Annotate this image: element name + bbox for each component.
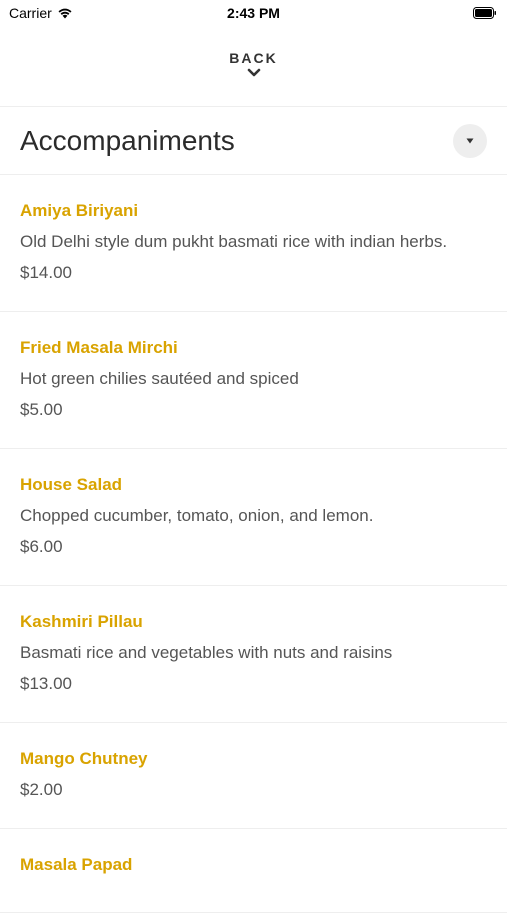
menu-list: Amiya Biriyani Old Delhi style dum pukht… xyxy=(0,175,507,913)
item-price: $5.00 xyxy=(20,400,63,419)
item-price: $14.00 xyxy=(20,263,72,282)
clock: 2:43 PM xyxy=(227,5,280,21)
item-description: Old Delhi style dum pukht basmati rice w… xyxy=(20,232,448,251)
menu-item[interactable]: Mango Chutney $2.00 xyxy=(0,723,507,829)
menu-item[interactable]: Masala Papad xyxy=(0,829,507,913)
item-name: Kashmiri Pillau xyxy=(20,612,143,631)
back-label: BACK xyxy=(229,50,278,66)
item-name: Fried Masala Mirchi xyxy=(20,338,178,357)
section-collapse-button[interactable] xyxy=(453,124,487,158)
section-header: Accompaniments xyxy=(0,107,507,175)
menu-item[interactable]: Fried Masala Mirchi Hot green chilies sa… xyxy=(0,312,507,449)
item-description: Chopped cucumber, tomato, onion, and lem… xyxy=(20,506,374,525)
battery-icon xyxy=(473,7,496,19)
caret-down-icon xyxy=(466,138,474,144)
section-title: Accompaniments xyxy=(20,125,235,156)
menu-item[interactable]: Amiya Biriyani Old Delhi style dum pukht… xyxy=(0,175,507,312)
chevron-down-icon xyxy=(247,68,260,77)
item-price: $6.00 xyxy=(20,537,63,556)
item-name: House Salad xyxy=(20,475,123,494)
item-description: Hot green chilies sautéed and spiced xyxy=(20,369,299,388)
item-price: $2.00 xyxy=(20,780,63,799)
item-name: Amiya Biriyani xyxy=(20,201,139,220)
menu-item[interactable]: House Salad Chopped cucumber, tomato, on… xyxy=(0,449,507,586)
back-button[interactable]: BACK xyxy=(0,44,507,107)
item-name: Mango Chutney xyxy=(20,749,148,768)
item-price: $13.00 xyxy=(20,674,72,693)
item-name: Masala Papad xyxy=(20,855,133,874)
menu-item[interactable]: Kashmiri Pillau Basmati rice and vegetab… xyxy=(0,586,507,723)
status-bar: Carrier 2:43 PM xyxy=(0,0,507,30)
item-description: Basmati rice and vegetables with nuts an… xyxy=(20,643,393,662)
